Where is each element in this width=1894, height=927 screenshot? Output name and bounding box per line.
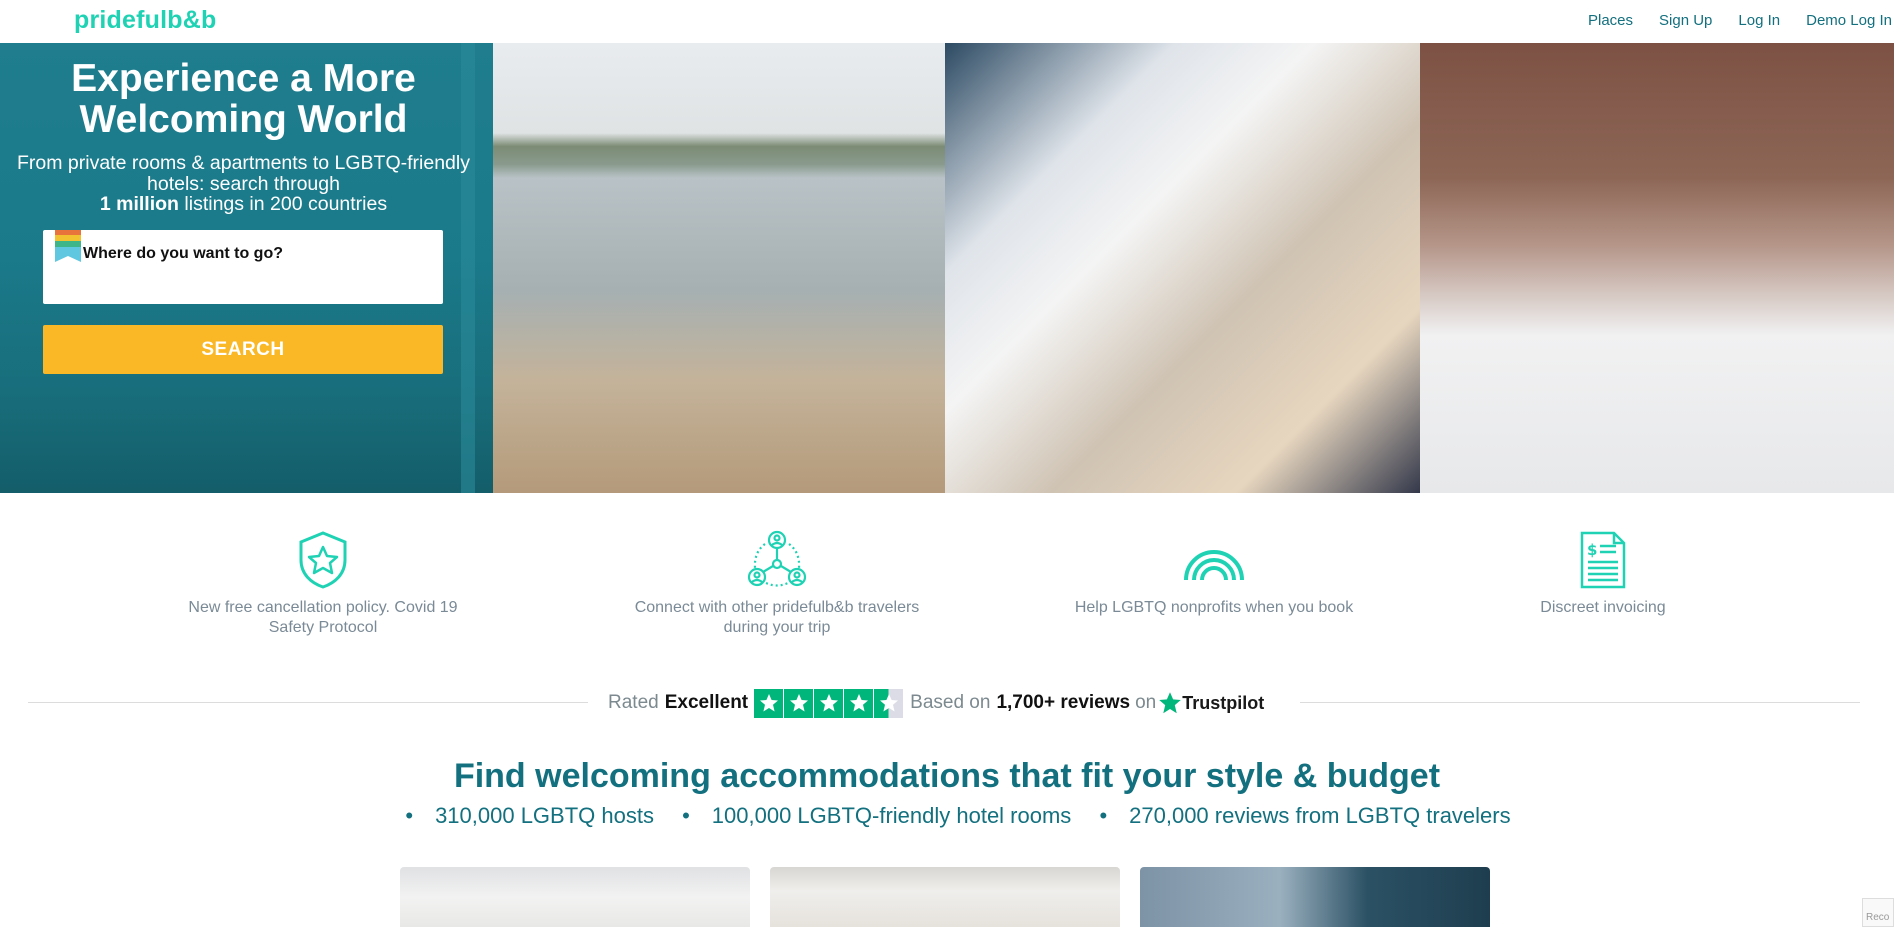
invoice-document-icon: $ (1580, 531, 1626, 589)
star-icon (754, 688, 784, 718)
svg-text:$: $ (1587, 541, 1597, 559)
network-people-icon (747, 530, 807, 587)
bullet: • (1099, 803, 1108, 828)
rainbow-icon (1184, 550, 1244, 581)
hero-title: Experience a More Welcoming World (71, 57, 416, 141)
recaptcha-badge[interactable]: Reco (1862, 898, 1894, 927)
trust-rating: Excellent (664, 692, 749, 713)
section-headline: Find welcoming accommodations that fit y… (453, 757, 1441, 795)
trust-based-on: Based on (910, 692, 991, 713)
hero-search-panel: Experience a More Welcoming World From p… (0, 43, 493, 493)
logo[interactable]: pridefulb&b (74, 6, 216, 35)
feature-invoicing: $ Discreet invoicing (1453, 530, 1753, 618)
trustpilot-logo: Trustpilot (1158, 691, 1264, 715)
hero-photo-couple-beach (493, 43, 945, 493)
hero-photo-couple-bed (945, 43, 1420, 493)
nav-link-sign-up[interactable]: Sign Up (1659, 12, 1712, 29)
nav-links: Places Sign Up Log In Demo Log In (1562, 12, 1892, 29)
feature-nonprofits: Help LGBTQ nonprofits when you book (1064, 530, 1364, 618)
feature-text: New free cancellation policy. Covid 19 S… (188, 599, 458, 636)
stats-row: • 310,000 LGBTQ hosts • 100,000 LGBTQ-frie… (0, 803, 1894, 829)
stat-hosts: 310,000 LGBTQ hosts (435, 803, 654, 828)
trustpilot-bar: Rated Excellent Based on 1,700+ reviews … (28, 688, 1860, 718)
hero-section: Experience a More Welcoming World From p… (0, 43, 1894, 493)
top-nav: pridefulb&b Places Sign Up Log In Demo L… (0, 0, 1894, 43)
pride-flag-icon (55, 230, 81, 262)
trust-rated-label: Rated (608, 692, 659, 713)
hero-subtitle: From private rooms & apartments to LGBTQ… (0, 153, 487, 215)
trustpilot-brand: Trustpilot (1182, 692, 1265, 713)
star-icon (784, 688, 814, 718)
star-icon (844, 688, 874, 718)
feature-connect: Connect with other pridefulb&b travelers… (627, 530, 927, 638)
stat-hotel-rooms: 100,000 LGBTQ-friendly hotel rooms (711, 803, 1072, 828)
trustpilot-star-icon (1159, 692, 1182, 714)
feature-text: Discreet invoicing (1540, 599, 1666, 616)
feature-text: Connect with other pridefulb&b travelers… (634, 599, 920, 636)
star-icon (814, 688, 844, 718)
hero-photo-couple-laughing (1420, 43, 1894, 493)
feature-cancellation: New free cancellation policy. Covid 19 S… (173, 530, 473, 638)
trust-on: on (1135, 692, 1157, 713)
hero-subtitle-post: listings in 200 countries (184, 193, 388, 215)
nav-link-places[interactable]: Places (1588, 12, 1633, 29)
nav-link-log-in[interactable]: Log In (1738, 12, 1780, 29)
trustpilot-widget[interactable]: Rated Excellent Based on 1,700+ reviews … (608, 688, 1264, 718)
hero-subtitle-bold: 1 million (99, 193, 179, 215)
feature-text: Help LGBTQ nonprofits when you book (1074, 599, 1354, 616)
divider (28, 702, 588, 703)
half-star-icon (874, 688, 904, 718)
destination-search-input[interactable] (83, 242, 433, 266)
shield-star-icon (299, 531, 347, 589)
search-box (43, 230, 443, 304)
accommodation-card[interactable] (770, 867, 1120, 927)
stat-reviews: 270,000 reviews from LGBTQ travelers (1129, 803, 1511, 828)
bullet: • (405, 803, 414, 828)
features-row: New free cancellation policy. Covid 19 S… (0, 530, 1894, 640)
nav-link-demo-log-in[interactable]: Demo Log In (1806, 12, 1892, 29)
bullet: • (682, 803, 690, 828)
accommodation-card[interactable] (400, 867, 750, 927)
trust-stars (754, 688, 904, 718)
search-button[interactable]: SEARCH (43, 325, 443, 374)
hero-subtitle-pre: From private rooms & apartments to LGBTQ… (17, 152, 470, 195)
accommodation-card[interactable] (1140, 867, 1490, 927)
divider (1300, 702, 1860, 703)
trust-review-count: 1,700+ reviews (996, 692, 1131, 713)
